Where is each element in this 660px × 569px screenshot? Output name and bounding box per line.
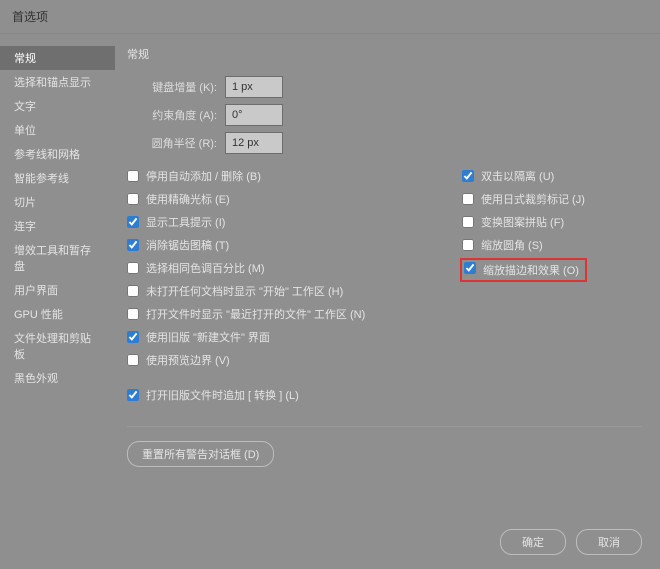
- option-right-0-label: 双击以隔离 (U): [481, 168, 554, 184]
- option-right-4[interactable]: 缩放描边和效果 (O): [462, 260, 642, 280]
- option-left-6[interactable]: 打开文件时显示 "最近打开的文件" 工作区 (N): [127, 306, 462, 322]
- option-right-3-checkbox[interactable]: [462, 239, 474, 251]
- option-left-2[interactable]: 显示工具提示 (I): [127, 214, 462, 230]
- option-right-4-label: 缩放描边和效果 (O): [483, 265, 579, 277]
- key-increment-label: 键盘增量 (K):: [127, 79, 217, 95]
- window-title: 首选项: [0, 0, 660, 34]
- sidebar-item-8[interactable]: 增效工具和暂存盘: [0, 238, 115, 278]
- sidebar-item-2[interactable]: 文字: [0, 94, 115, 118]
- option-left-7-label: 使用旧版 "新建文件" 界面: [146, 329, 270, 345]
- option-left-5-checkbox[interactable]: [127, 285, 139, 297]
- option-left-2-label: 显示工具提示 (I): [146, 214, 225, 230]
- option-right-3[interactable]: 缩放圆角 (S): [462, 237, 642, 253]
- option-left-4[interactable]: 选择相同色调百分比 (M): [127, 260, 462, 276]
- option-left-4-checkbox[interactable]: [127, 262, 139, 274]
- corner-radius-input[interactable]: [225, 132, 283, 154]
- corner-radius-label: 圆角半径 (R):: [127, 135, 217, 151]
- sidebar-item-3[interactable]: 单位: [0, 118, 115, 142]
- option-left-0[interactable]: 停用自动添加 / 删除 (B): [127, 168, 462, 184]
- key-increment-input[interactable]: [225, 76, 283, 98]
- option-left-8[interactable]: 使用预览边界 (V): [127, 352, 462, 368]
- sidebar-item-11[interactable]: 文件处理和剪贴板: [0, 326, 115, 366]
- option-right-3-label: 缩放圆角 (S): [481, 237, 543, 253]
- option-left-7[interactable]: 使用旧版 "新建文件" 界面: [127, 329, 462, 345]
- constrain-angle-label: 约束角度 (A):: [127, 107, 217, 123]
- option-left-5-label: 未打开任何文档时显示 "开始" 工作区 (H): [146, 283, 343, 299]
- sidebar-item-12[interactable]: 黑色外观: [0, 366, 115, 390]
- divider: [127, 426, 642, 427]
- option-left-3[interactable]: 消除锯齿图稿 (T): [127, 237, 462, 253]
- option-left-8-label: 使用预览边界 (V): [146, 352, 230, 368]
- sidebar-item-0[interactable]: 常规: [0, 46, 115, 70]
- option-left-1-label: 使用精确光标 (E): [146, 191, 230, 207]
- option-left-1-checkbox[interactable]: [127, 193, 139, 205]
- ok-button[interactable]: 确定: [500, 529, 566, 555]
- sidebar-item-4[interactable]: 参考线和网格: [0, 142, 115, 166]
- option-left-3-label: 消除锯齿图稿 (T): [146, 237, 229, 253]
- section-title: 常规: [127, 46, 642, 62]
- option-right-1[interactable]: 使用日式裁剪标记 (J): [462, 191, 642, 207]
- option-left-4-label: 选择相同色调百分比 (M): [146, 260, 265, 276]
- option-right-2-checkbox[interactable]: [462, 216, 474, 228]
- option-left2-0[interactable]: 打开旧版文件时追加 [ 转换 ] (L): [127, 387, 462, 403]
- sidebar-item-7[interactable]: 连字: [0, 214, 115, 238]
- option-left-0-checkbox[interactable]: [127, 170, 139, 182]
- sidebar-item-5[interactable]: 智能参考线: [0, 166, 115, 190]
- cancel-button[interactable]: 取消: [576, 529, 642, 555]
- option-right-2-label: 变换图案拼贴 (F): [481, 214, 564, 230]
- reset-warnings-button[interactable]: 重置所有警告对话框 (D): [127, 441, 274, 467]
- main-panel: 常规 键盘增量 (K): 约束角度 (A): 圆角半径 (R): 停用自动添加 …: [115, 34, 660, 569]
- option-right-0[interactable]: 双击以隔离 (U): [462, 168, 642, 184]
- option-right-4-highlight: 缩放描边和效果 (O): [460, 258, 587, 282]
- option-left-1[interactable]: 使用精确光标 (E): [127, 191, 462, 207]
- option-left-6-checkbox[interactable]: [127, 308, 139, 320]
- option-right-0-checkbox[interactable]: [462, 170, 474, 182]
- option-left2-0-label: 打开旧版文件时追加 [ 转换 ] (L): [146, 387, 299, 403]
- option-left-3-checkbox[interactable]: [127, 239, 139, 251]
- option-left2-0-checkbox[interactable]: [127, 389, 139, 401]
- option-right-1-label: 使用日式裁剪标记 (J): [481, 191, 585, 207]
- option-left-5[interactable]: 未打开任何文档时显示 "开始" 工作区 (H): [127, 283, 462, 299]
- sidebar-item-9[interactable]: 用户界面: [0, 278, 115, 302]
- sidebar-item-1[interactable]: 选择和锚点显示: [0, 70, 115, 94]
- sidebar-item-10[interactable]: GPU 性能: [0, 302, 115, 326]
- constrain-angle-input[interactable]: [225, 104, 283, 126]
- option-left-0-label: 停用自动添加 / 删除 (B): [146, 168, 261, 184]
- option-left-7-checkbox[interactable]: [127, 331, 139, 343]
- sidebar: 常规选择和锚点显示文字单位参考线和网格智能参考线切片连字增效工具和暂存盘用户界面…: [0, 34, 115, 569]
- option-right-4-checkbox[interactable]: [464, 262, 476, 274]
- sidebar-item-6[interactable]: 切片: [0, 190, 115, 214]
- option-right-1-checkbox[interactable]: [462, 193, 474, 205]
- option-left-6-label: 打开文件时显示 "最近打开的文件" 工作区 (N): [146, 306, 365, 322]
- option-left-2-checkbox[interactable]: [127, 216, 139, 228]
- option-right-2[interactable]: 变换图案拼贴 (F): [462, 214, 642, 230]
- option-left-8-checkbox[interactable]: [127, 354, 139, 366]
